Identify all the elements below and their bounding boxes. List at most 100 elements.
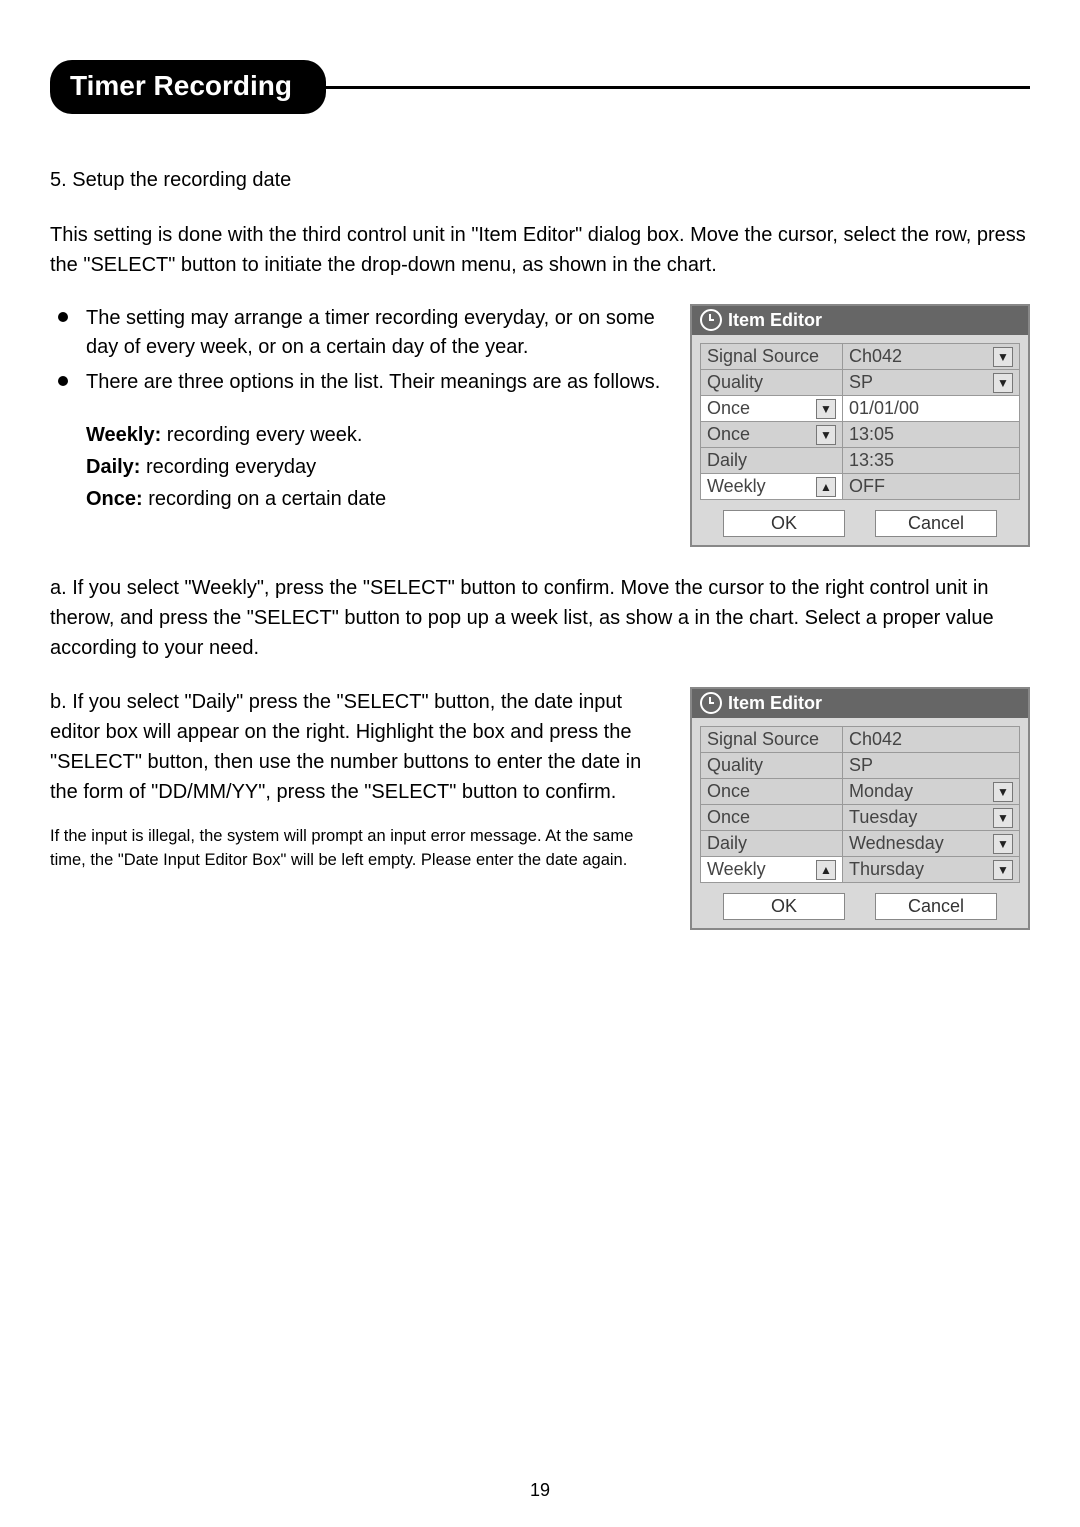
dropdown-arrow-icon[interactable]: ▼ (993, 834, 1013, 854)
clock-icon (700, 692, 722, 714)
row-label-text: Quality (707, 755, 763, 776)
row-value[interactable]: Monday ▼ (843, 779, 1019, 804)
row-label[interactable]: Weekly ▲ (701, 474, 843, 499)
section-title-rule (326, 86, 1030, 89)
dialog-row[interactable]: Once Tuesday ▼ (700, 804, 1020, 831)
row-value[interactable]: Ch042 ▼ (843, 344, 1019, 369)
dialog-row[interactable]: Daily Wednesday▼ (700, 830, 1020, 857)
row-label-text: Weekly (707, 859, 766, 880)
row-value: 13:05 (843, 422, 1019, 447)
row-label[interactable]: Once ▼ (701, 422, 843, 447)
row-label: Signal Source (701, 344, 843, 369)
row-label: Daily (701, 448, 843, 473)
paragraph-a: a. If you select "Weekly", press the "SE… (50, 573, 1030, 663)
row-label-text: Once (707, 807, 750, 828)
row-value-text: Monday (849, 781, 913, 802)
row-value: 13:35 (843, 448, 1019, 473)
row-value[interactable]: Thursday▼ (843, 857, 1019, 882)
definition-desc: recording every week. (161, 424, 362, 446)
dialog-row[interactable]: Once Monday ▼ (700, 778, 1020, 805)
row-value-text: SP (849, 372, 873, 393)
row-label: Quality (701, 370, 843, 395)
dialog-row[interactable]: Once ▼ 13:05 (700, 421, 1020, 448)
row-label-text: Once (707, 781, 750, 802)
row-label: Once (701, 805, 843, 830)
dropdown-arrow-icon[interactable]: ▼ (993, 808, 1013, 828)
left-text: The setting may arrange a timer recordin… (50, 304, 664, 515)
item-editor-dialog-2: Item Editor Signal Source Ch042 Quality … (690, 687, 1030, 930)
step-sub: Setup the recording date (72, 169, 291, 191)
dialog-row[interactable]: Quality SP (700, 752, 1020, 779)
dialog-row[interactable]: Weekly ▲ Thursday▼ (700, 856, 1020, 883)
left-text-b: b. If you select "Daily" press the "SELE… (50, 687, 664, 873)
dropdown-arrow-icon[interactable]: ▼ (993, 860, 1013, 880)
dialog-title: Item Editor (692, 306, 1028, 335)
definition-term: Daily: (86, 456, 140, 478)
cancel-button[interactable]: Cancel (875, 893, 997, 920)
dialog-title-text: Item Editor (728, 693, 822, 714)
definition-term: Once: (86, 488, 143, 510)
dialog-row[interactable]: Quality SP ▼ (700, 369, 1020, 396)
ok-button[interactable]: OK (723, 893, 845, 920)
page-number: 19 (0, 1480, 1080, 1501)
row-value: 01/01/00 (843, 396, 1019, 421)
dialog-row[interactable]: Daily 13:35 (700, 447, 1020, 474)
row-label-text: Signal Source (707, 346, 819, 367)
row-value-text: Tuesday (849, 807, 917, 828)
para-b-and-dialog2: b. If you select "Daily" press the "SELE… (50, 687, 1030, 930)
clock-icon (700, 309, 722, 331)
row-label-text: Weekly (707, 476, 766, 497)
definition-desc: recording on a certain date (143, 488, 387, 510)
row-value[interactable]: SP ▼ (843, 370, 1019, 395)
row-label: Quality (701, 753, 843, 778)
bullet-list: The setting may arrange a timer recordin… (50, 304, 664, 397)
definition-term: Weekly: (86, 424, 161, 446)
row-label-text: Once (707, 424, 750, 445)
row-value: OFF (843, 474, 1019, 499)
dropdown-arrow-icon[interactable]: ▼ (816, 399, 836, 419)
dialog-row[interactable]: Weekly ▲ OFF (700, 473, 1020, 500)
dialog-row[interactable]: Signal Source Ch042 (700, 726, 1020, 753)
row-label[interactable]: Weekly ▲ (701, 857, 843, 882)
dialog-row[interactable]: Once ▼ 01/01/00 (700, 395, 1020, 422)
row-value[interactable]: Wednesday▼ (843, 831, 1019, 856)
row-label-text: Signal Source (707, 729, 819, 750)
dialog-body: Signal Source Ch042 Quality SP Once Mond… (692, 718, 1028, 928)
page: Timer Recording 5. Setup the recording d… (0, 0, 1080, 1527)
dropdown-arrow-up-icon[interactable]: ▲ (816, 477, 836, 497)
row-label-text: Daily (707, 450, 747, 471)
row-value-text: 01/01/00 (849, 398, 919, 419)
dialog-buttons: OK Cancel (700, 510, 1020, 537)
row-label[interactable]: Once ▼ (701, 396, 843, 421)
bullet-item: There are three options in the list. The… (50, 368, 664, 397)
dialog-buttons: OK Cancel (700, 893, 1020, 920)
bullets-and-dialog1: The setting may arrange a timer recordin… (50, 304, 1030, 547)
dropdown-arrow-icon[interactable]: ▼ (816, 425, 836, 445)
row-value-text: OFF (849, 476, 885, 497)
dialog-title-text: Item Editor (728, 310, 822, 331)
section-title-pill: Timer Recording (50, 60, 326, 114)
ok-button[interactable]: OK (723, 510, 845, 537)
dropdown-arrow-icon[interactable]: ▼ (993, 347, 1013, 367)
row-label-text: Daily (707, 833, 747, 854)
dropdown-arrow-icon[interactable]: ▼ (993, 782, 1013, 802)
definitions: Weekly: recording every week. Daily: rec… (50, 419, 664, 515)
row-value-text: Ch042 (849, 729, 902, 750)
row-value-text: SP (849, 755, 873, 776)
dialog-row[interactable]: Signal Source Ch042 ▼ (700, 343, 1020, 370)
row-label: Once (701, 779, 843, 804)
step-prefix: 5. (50, 169, 67, 191)
cancel-button[interactable]: Cancel (875, 510, 997, 537)
row-label-text: Once (707, 398, 750, 419)
dropdown-arrow-up-icon[interactable]: ▲ (816, 860, 836, 880)
row-value[interactable]: Tuesday ▼ (843, 805, 1019, 830)
item-editor-dialog-1: Item Editor Signal Source Ch042 ▼ Quality… (690, 304, 1030, 547)
row-label: Daily (701, 831, 843, 856)
bullet-item: The setting may arrange a timer recordin… (50, 304, 664, 362)
row-label-text: Quality (707, 372, 763, 393)
row-value-text: Ch042 (849, 346, 902, 367)
error-note: If the input is illegal, the system will… (50, 825, 664, 873)
dropdown-arrow-icon[interactable]: ▼ (993, 373, 1013, 393)
step-heading: 5. Setup the recording date (50, 169, 1030, 192)
definition-row: Once: recording on a certain date (86, 483, 664, 515)
